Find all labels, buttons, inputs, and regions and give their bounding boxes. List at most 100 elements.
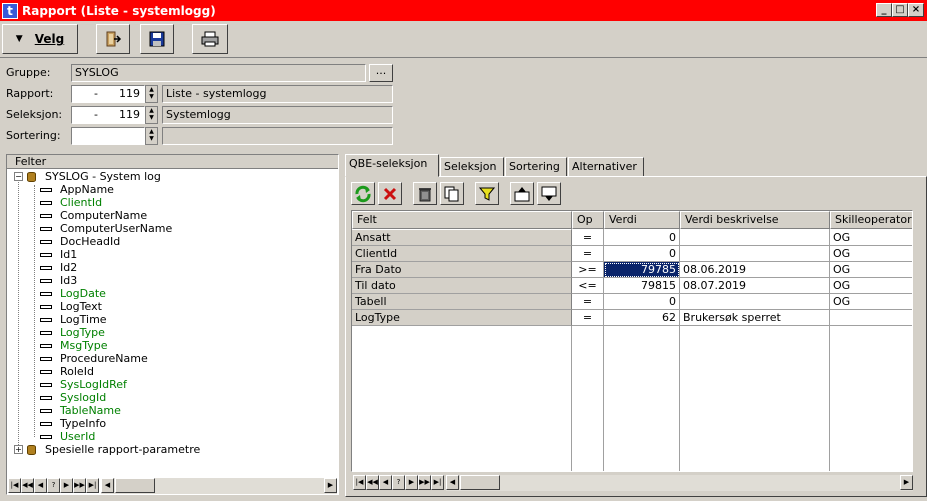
copy-button[interactable] [440, 182, 464, 205]
cell-op[interactable]: = [572, 294, 604, 310]
rapport-number-field[interactable]: - 119 [71, 85, 145, 103]
cell-felt[interactable]: LogType [352, 310, 572, 326]
tree-field-item[interactable]: MsgType [40, 339, 107, 352]
nav-prev-page-button[interactable]: ◀◀ [21, 478, 34, 493]
cell-skilleoperator[interactable]: OG [830, 278, 912, 294]
seleksjon-spinner[interactable]: ▲ ▼ [145, 106, 158, 124]
move-up-button[interactable] [510, 182, 534, 205]
cell-verdi-beskrivelse[interactable]: 08.07.2019 [680, 278, 830, 294]
cell-skilleoperator[interactable]: OG [830, 294, 912, 310]
nav-first-button[interactable]: |◀ [353, 475, 366, 490]
tree-field-item[interactable]: ComputerName [40, 209, 147, 222]
cell-verdi[interactable]: 79815 [604, 278, 680, 294]
rapport-spinner[interactable]: ▲ ▼ [145, 85, 158, 103]
tree-horizontal-scrollbar[interactable]: ◀ ▶ [101, 478, 337, 494]
tree-field-item[interactable]: LogType [40, 326, 105, 339]
cell-op[interactable]: = [572, 246, 604, 262]
cell-verdi[interactable]: 0 [604, 246, 680, 262]
tree-field-item[interactable]: AppName [40, 183, 114, 196]
sortering-number-field[interactable] [71, 127, 145, 145]
tab-qbe-seleksjon[interactable]: QBE-seleksjon [345, 154, 439, 177]
filter-button[interactable] [475, 182, 499, 205]
cell-felt[interactable]: Tabell [352, 294, 572, 310]
cell-skilleoperator[interactable]: OG [830, 262, 912, 278]
tree-root-spesielle[interactable]: Spesielle rapport-parametre [45, 443, 200, 456]
scroll-right-button[interactable]: ▶ [324, 478, 337, 493]
tree-field-item[interactable]: LogTime [40, 313, 107, 326]
column-header-felt[interactable]: Felt [352, 211, 572, 229]
tree-field-item[interactable]: RoleId [40, 365, 94, 378]
spin-up-icon[interactable]: ▲ [146, 86, 157, 93]
tree-field-item[interactable]: Id2 [40, 261, 77, 274]
nav-prev-button[interactable]: ◀ [379, 475, 392, 490]
tab-sortering[interactable]: Sortering [505, 157, 567, 176]
nav-next-page-button[interactable]: ▶▶ [73, 478, 86, 493]
nav-help-button[interactable]: ? [392, 475, 405, 490]
tree-field-item[interactable]: LogDate [40, 287, 106, 300]
fields-tree[interactable]: Felter − SYSLOG - System log AppName Clie… [6, 154, 339, 495]
tree-field-item[interactable]: UserId [40, 430, 95, 443]
spin-down-icon[interactable]: ▼ [146, 93, 157, 100]
cell-skilleoperator[interactable]: OG [830, 230, 912, 246]
cell-verdi[interactable]: 0 [604, 294, 680, 310]
grid-horizontal-scrollbar[interactable]: ◀ ▶ [446, 475, 913, 491]
spin-up-icon[interactable]: ▲ [146, 128, 157, 135]
nav-next-button[interactable]: ▶ [405, 475, 418, 490]
nav-prev-button[interactable]: ◀ [34, 478, 47, 493]
nav-help-button[interactable]: ? [47, 478, 60, 493]
velg-button[interactable]: ▼ Velg [2, 24, 78, 54]
delete-row-button[interactable] [378, 182, 402, 205]
cell-skilleoperator[interactable]: OG [830, 246, 912, 262]
seleksjon-number-field[interactable]: - 119 [71, 106, 145, 124]
cell-skilleoperator[interactable] [830, 310, 912, 326]
spin-down-icon[interactable]: ▼ [146, 135, 157, 142]
cell-verdi-beskrivelse[interactable] [680, 246, 830, 262]
tree-field-item[interactable]: LogText [40, 300, 102, 313]
tab-seleksjon[interactable]: Seleksjon [440, 157, 504, 176]
save-button[interactable] [140, 24, 174, 54]
exit-button[interactable] [96, 24, 130, 54]
tree-field-item[interactable]: Id3 [40, 274, 77, 287]
column-header-verdi-beskrivelse[interactable]: Verdi beskrivelse [680, 211, 830, 229]
cell-verdi-beskrivelse[interactable]: Brukersøk sperret [680, 310, 830, 326]
tree-field-item[interactable]: SyslogId [40, 391, 106, 404]
cell-verdi-beskrivelse[interactable] [680, 294, 830, 310]
column-header-skilleoperator[interactable]: Skilleoperator [830, 211, 912, 229]
tab-alternativer[interactable]: Alternativer [568, 157, 644, 176]
scroll-thumb[interactable] [115, 478, 155, 493]
cell-felt[interactable]: ClientId [352, 246, 572, 262]
minimize-button[interactable]: _ [876, 3, 892, 17]
move-down-button[interactable] [537, 182, 561, 205]
scroll-left-button[interactable]: ◀ [446, 475, 459, 490]
cell-felt[interactable]: Ansatt [352, 230, 572, 246]
nav-next-page-button[interactable]: ▶▶ [418, 475, 431, 490]
cell-felt[interactable]: Fra Dato [352, 262, 572, 278]
nav-last-button[interactable]: ▶| [431, 475, 444, 490]
cell-op[interactable]: = [572, 230, 604, 246]
gruppe-field[interactable]: SYSLOG [71, 64, 366, 82]
cell-verdi[interactable]: 62 [604, 310, 680, 326]
tree-field-item[interactable]: Id1 [40, 248, 77, 261]
sortering-spinner[interactable]: ▲ ▼ [145, 127, 158, 145]
print-button[interactable] [192, 24, 228, 54]
qbe-grid[interactable]: Felt Op Verdi Verdi beskrivelse Skilleop… [351, 210, 913, 472]
scroll-right-button[interactable]: ▶ [900, 475, 913, 490]
scroll-thumb[interactable] [460, 475, 500, 490]
collapse-toggle-icon[interactable]: − [14, 172, 23, 181]
tree-field-item[interactable]: DocHeadId [40, 235, 120, 248]
tree-field-item[interactable]: ComputerUserName [40, 222, 172, 235]
tree-field-item[interactable]: SysLogIdRef [40, 378, 127, 391]
nav-next-button[interactable]: ▶ [60, 478, 73, 493]
close-button[interactable]: × [908, 3, 924, 17]
expand-toggle-icon[interactable]: + [14, 445, 23, 454]
cell-op[interactable]: = [572, 310, 604, 326]
scroll-left-button[interactable]: ◀ [101, 478, 114, 493]
cell-verdi-beskrivelse[interactable] [680, 230, 830, 246]
cell-verdi-beskrivelse[interactable]: 08.06.2019 [680, 262, 830, 278]
spin-down-icon[interactable]: ▼ [146, 114, 157, 121]
tree-field-item[interactable]: ProcedureName [40, 352, 148, 365]
tree-root-syslog[interactable]: SYSLOG - System log [45, 170, 161, 183]
maximize-button[interactable]: □ [892, 3, 908, 17]
cell-felt[interactable]: Til dato [352, 278, 572, 294]
tree-field-item[interactable]: ClientId [40, 196, 102, 209]
